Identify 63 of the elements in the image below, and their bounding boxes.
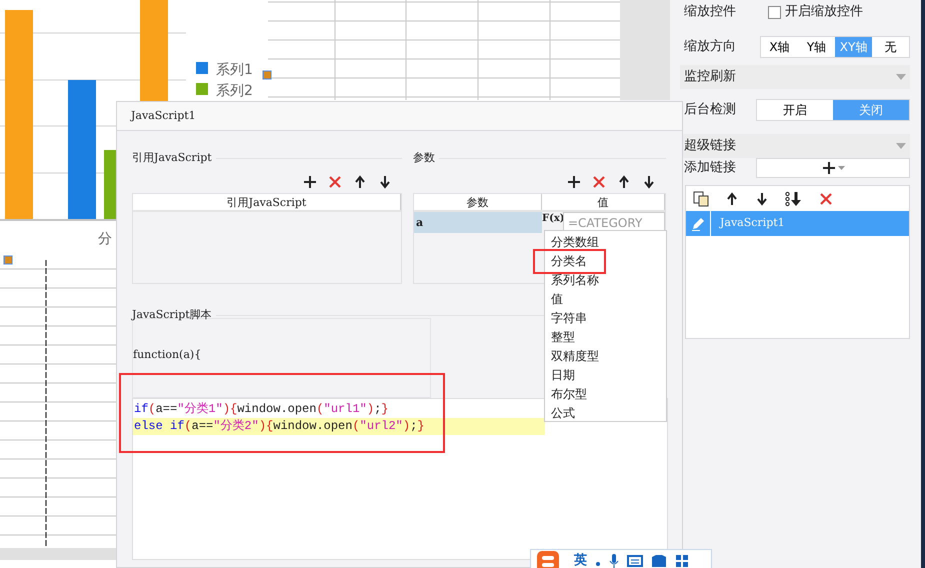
menu-item[interactable]: 整型 (551, 330, 575, 344)
table-cell[interactable]: a (414, 212, 542, 233)
handle-icon[interactable] (262, 70, 272, 80)
axis-label: 分 (98, 231, 112, 247)
menu-item[interactable]: 字符串 (551, 311, 587, 325)
chart-bar (104, 150, 116, 219)
move-up-icon[interactable] (617, 175, 631, 189)
section-header[interactable]: 超级链接 (680, 134, 910, 158)
section-label: 参数 (413, 150, 436, 166)
move-to-bottom-icon[interactable] (785, 190, 803, 206)
pencil-icon[interactable] (691, 216, 705, 230)
add-icon[interactable] (567, 175, 581, 189)
delete-icon[interactable] (592, 175, 606, 189)
menu-item[interactable]: 双精度型 (551, 349, 599, 363)
legend-label: 系列1 (216, 62, 253, 78)
menu-item[interactable]: 布尔型 (551, 387, 587, 401)
column-header[interactable]: 参数 (414, 194, 542, 210)
caret-icon (896, 74, 906, 80)
field-label: 添加链接 (684, 159, 737, 178)
menu-item[interactable]: 日期 (551, 368, 575, 382)
move-down-icon[interactable] (642, 175, 656, 189)
keyboard-icon[interactable] (627, 554, 643, 568)
grid-icon[interactable] (675, 554, 689, 568)
formula-button[interactable]: F(x) (542, 212, 563, 233)
shirt-icon[interactable] (651, 554, 667, 568)
section-title: 监控刷新 (684, 68, 736, 86)
code-line: function(a){ (133, 346, 202, 363)
handle-icon[interactable] (4, 256, 12, 264)
microphone-icon[interactable] (609, 553, 619, 568)
field-label: 后台检测 (684, 101, 737, 120)
move-up-icon[interactable] (725, 192, 739, 206)
code-line: if(a=="分类1"){window.open("url1");} (134, 402, 388, 416)
link-name: JavaScript1 (718, 215, 785, 232)
checkbox[interactable] (768, 6, 781, 18)
logo-icon[interactable] (536, 550, 560, 568)
move-up-icon[interactable] (353, 175, 367, 189)
dialog-title: JavaScript1 (117, 102, 682, 131)
add-icon[interactable] (303, 175, 317, 189)
delete-icon[interactable] (819, 192, 833, 206)
move-down-icon[interactable] (378, 175, 392, 189)
menu-item[interactable]: 分类名 (551, 254, 587, 268)
menu-item[interactable]: 分类数组 (551, 235, 599, 249)
code-line: else if(a=="分类2"){window.open("url2");} (134, 419, 424, 433)
menu-item[interactable]: 系列名称 (551, 273, 599, 287)
copy-icon[interactable] (693, 190, 709, 206)
column-header[interactable]: 引用JavaScript (133, 194, 401, 210)
checkbox-label: 开启缩放控件 (785, 3, 863, 22)
caret-icon (838, 166, 844, 170)
menu-item[interactable]: 公式 (551, 406, 575, 420)
move-down-icon[interactable] (755, 192, 769, 206)
section-header[interactable]: 监控刷新 (680, 65, 910, 89)
section-title: 超级链接 (684, 137, 736, 156)
menu-item[interactable]: 值 (551, 292, 563, 306)
plus-icon (822, 161, 836, 175)
field-label: 缩放方向 (684, 38, 737, 56)
legend-label: 系列2 (216, 83, 253, 99)
section-label: JavaScript脚本 (132, 306, 213, 323)
field-label: 缩放控件 (684, 3, 737, 22)
delete-icon[interactable] (328, 175, 342, 189)
column-header[interactable]: 值 (542, 194, 665, 210)
section-label: 引用JavaScript (132, 150, 213, 166)
caret-icon (896, 143, 906, 149)
scrollbar-track[interactable] (0, 548, 116, 560)
